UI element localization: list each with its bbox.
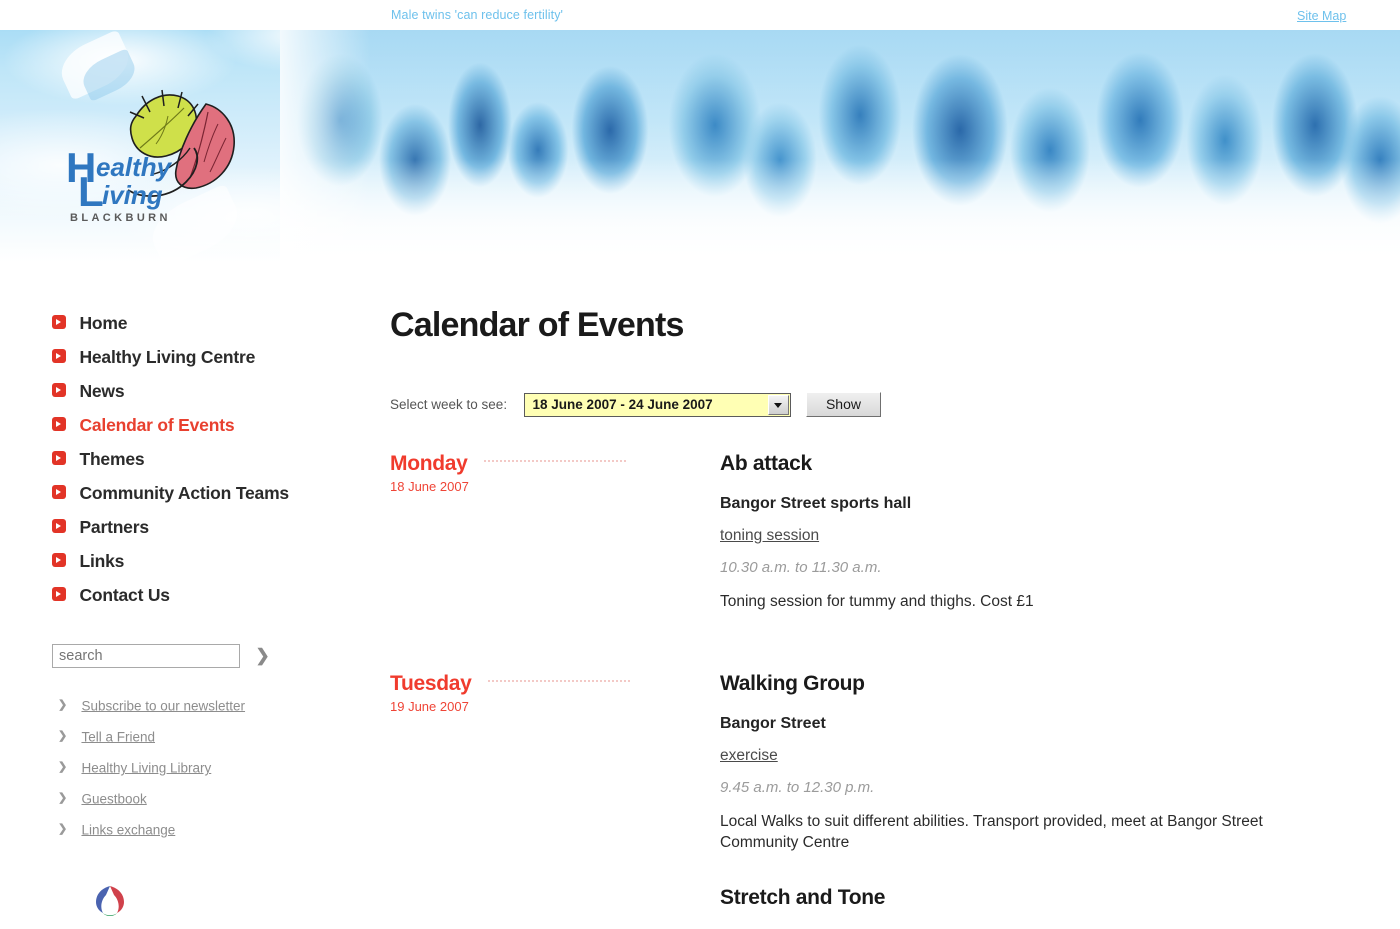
week-select[interactable]: 18 June 2007 - 24 June 2007 xyxy=(523,392,791,417)
sidebar-item-label: Healthy Living Centre xyxy=(79,347,256,367)
search-form xyxy=(52,644,292,670)
search-submit-icon[interactable] xyxy=(255,647,271,665)
arrow-bullet-icon xyxy=(52,315,66,329)
sidebar-item-label: Calendar of Events xyxy=(79,415,235,435)
chevron-right-icon: ❯ xyxy=(58,730,68,743)
page-title: Calendar of Events xyxy=(390,306,684,344)
arrow-bullet-icon xyxy=(52,485,66,499)
main-navigation: Home Healthy Living Centre News Calendar… xyxy=(52,306,289,612)
site-logo[interactable]: H ealthy L iving BLACKBURN xyxy=(58,78,288,224)
sidebar-item-label: Community Action Teams xyxy=(79,483,289,503)
chevron-down-icon[interactable] xyxy=(767,394,789,415)
sublink-links-exchange[interactable]: Links exchange xyxy=(81,822,175,837)
chevron-right-icon: ❯ xyxy=(58,699,68,712)
day-divider xyxy=(484,460,626,463)
list-item[interactable]: ❯ Tell a Friend xyxy=(58,721,245,752)
banner-photo-collage xyxy=(280,30,1400,265)
chevron-right-icon: ❯ xyxy=(58,761,68,774)
event-venue: Bangor Street xyxy=(720,715,826,732)
sublink-healthy-living-library[interactable]: Healthy Living Library xyxy=(81,760,211,775)
event-title: Stretch and Tone xyxy=(720,886,886,909)
arrow-bullet-icon xyxy=(52,587,66,601)
sidebar-item-community-action-teams[interactable]: Community Action Teams xyxy=(52,476,289,510)
chevron-right-icon: ❯ xyxy=(58,823,68,836)
sidebar-item-label: Home xyxy=(79,313,128,333)
show-button[interactable]: Show xyxy=(805,392,881,417)
day-column: Monday 18 June 2007 xyxy=(390,452,700,494)
sidebar-item-label: Partners xyxy=(79,517,149,537)
news-ticker-link[interactable]: Male twins 'can reduce fertility' xyxy=(391,8,563,22)
arrow-bullet-icon xyxy=(52,519,66,533)
sublink-guestbook[interactable]: Guestbook xyxy=(81,791,146,806)
sidebar-item-healthy-living-centre[interactable]: Healthy Living Centre xyxy=(52,340,289,374)
day-name: Tuesday xyxy=(390,672,472,695)
sidebar-item-label: Links xyxy=(79,551,125,571)
site-banner: H ealthy L iving BLACKBURN xyxy=(0,0,1400,292)
event-category-link[interactable]: toning session xyxy=(720,527,1340,545)
svg-text:BLACKBURN: BLACKBURN xyxy=(70,212,171,223)
sidebar-item-links[interactable]: Links xyxy=(52,544,289,578)
week-select-value: 18 June 2007 - 24 June 2007 xyxy=(532,396,713,412)
event-details: Stretch and Tone xyxy=(720,886,1340,929)
event-time: 9.45 a.m. to 12.30 p.m. xyxy=(720,779,875,796)
sidebar-item-themes[interactable]: Themes xyxy=(52,442,289,476)
arrow-bullet-icon xyxy=(52,417,66,431)
arrow-bullet-icon xyxy=(52,383,66,397)
day-name: Monday xyxy=(390,452,468,475)
svg-text:iving: iving xyxy=(102,180,163,210)
week-selector-label: Select week to see: xyxy=(390,397,508,412)
sidebar-item-contact-us[interactable]: Contact Us xyxy=(52,578,289,612)
top-utility-bar: Male twins 'can reduce fertility' Site M… xyxy=(0,0,1400,30)
list-item[interactable]: ❯ Subscribe to our newsletter xyxy=(58,690,245,721)
partner-logo-icon[interactable] xyxy=(88,880,132,924)
sidebar-item-label: Contact Us xyxy=(79,585,170,605)
day-divider xyxy=(488,680,630,683)
site-map-link[interactable]: Site Map xyxy=(1297,9,1346,23)
secondary-links: ❯ Subscribe to our newsletter ❯ Tell a F… xyxy=(58,690,245,845)
list-item[interactable]: ❯ Healthy Living Library xyxy=(58,752,245,783)
day-column: Tuesday 19 June 2007 xyxy=(390,672,700,714)
sidebar-item-label: Themes xyxy=(79,449,145,469)
list-item[interactable]: ❯ Links exchange xyxy=(58,814,245,845)
svg-text:L: L xyxy=(78,168,104,215)
event-venue: Bangor Street sports hall xyxy=(720,495,912,512)
sidebar-item-home[interactable]: Home xyxy=(52,306,289,340)
event-details: Walking Group Bangor Street exercise 9.4… xyxy=(720,672,1340,853)
event-title: Ab attack xyxy=(720,452,812,475)
page-body: Home Healthy Living Centre News Calendar… xyxy=(0,292,1400,916)
arrow-bullet-icon xyxy=(52,451,66,465)
event-category-link[interactable]: exercise xyxy=(720,747,1340,765)
event-title: Walking Group xyxy=(720,672,865,695)
arrow-bullet-icon xyxy=(52,553,66,567)
event-description: Local Walks to suit different abilities.… xyxy=(720,813,1263,851)
chevron-right-icon: ❯ xyxy=(58,792,68,805)
week-selector-row: Select week to see: 18 June 2007 - 24 Ju… xyxy=(390,392,881,418)
sublink-subscribe[interactable]: Subscribe to our newsletter xyxy=(81,698,245,713)
sidebar-item-calendar-of-events[interactable]: Calendar of Events xyxy=(52,408,289,442)
event-description: Toning session for tummy and thighs. Cos… xyxy=(720,593,1034,610)
arrow-bullet-icon xyxy=(52,349,66,363)
day-date: 18 June 2007 xyxy=(390,479,469,494)
sublink-tell-a-friend[interactable]: Tell a Friend xyxy=(81,729,155,744)
sidebar-item-label: News xyxy=(79,381,125,401)
svg-text:ealthy: ealthy xyxy=(96,152,173,182)
event-details: Ab attack Bangor Street sports hall toni… xyxy=(720,452,1340,612)
sidebar-item-news[interactable]: News xyxy=(52,374,289,408)
sidebar-item-partners[interactable]: Partners xyxy=(52,510,289,544)
search-input[interactable] xyxy=(52,644,240,668)
event-time: 10.30 a.m. to 11.30 a.m. xyxy=(720,559,882,576)
list-item[interactable]: ❯ Guestbook xyxy=(58,783,245,814)
day-date: 19 June 2007 xyxy=(390,699,469,714)
